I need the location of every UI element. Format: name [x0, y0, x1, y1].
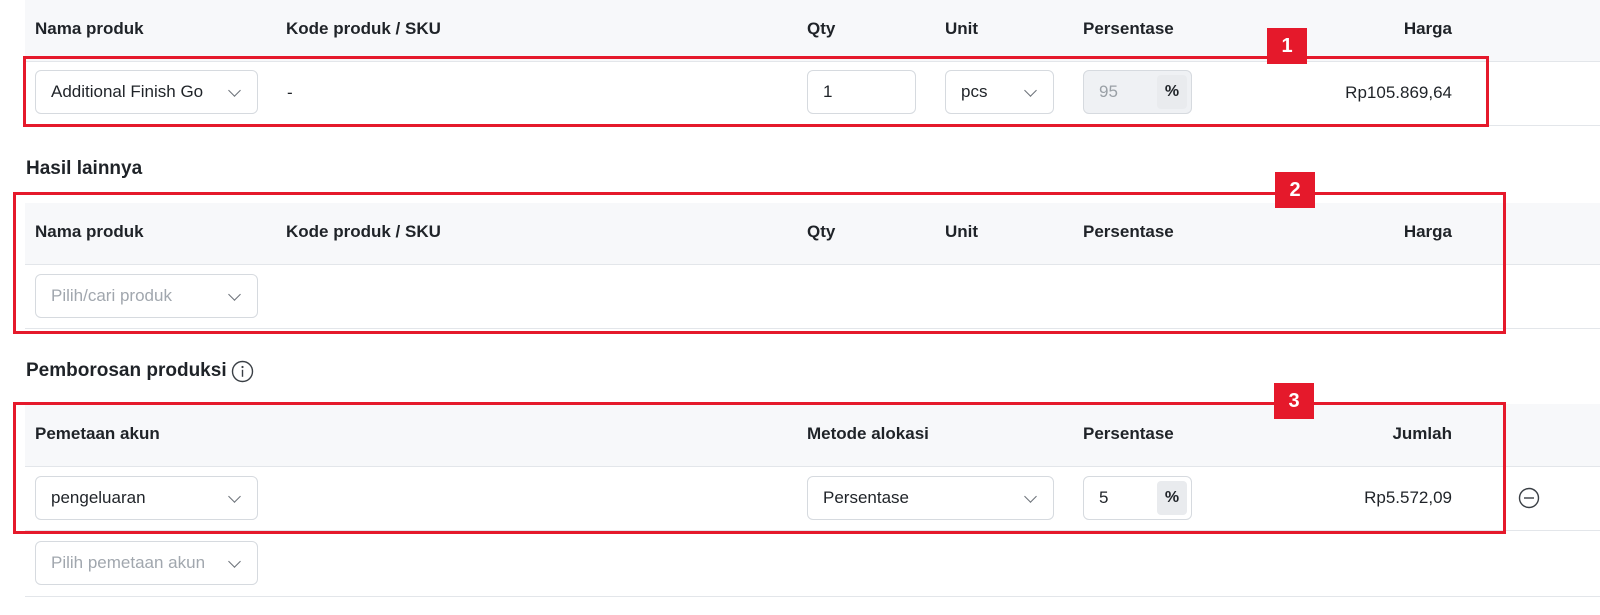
- production-waste-title: Pemborosan produksi: [26, 360, 227, 381]
- annotation-box-3: [13, 402, 1506, 534]
- other-results-title: Hasil lainnya: [26, 158, 143, 179]
- annotation-box-2: [13, 192, 1506, 334]
- add-account-mapping-select[interactable]: Pilih pemetaan akun: [35, 541, 258, 585]
- header-unit: Unit: [945, 19, 979, 38]
- info-icon[interactable]: [231, 360, 254, 383]
- account-mapping-placeholder: Pilih pemetaan akun: [51, 553, 206, 572]
- header-price: Harga: [1403, 19, 1452, 38]
- chevron-down-icon: [228, 555, 241, 568]
- account-add-row: [25, 530, 1600, 597]
- header-qty: Qty: [807, 19, 836, 38]
- header-percentage: Persentase: [1083, 19, 1174, 38]
- annotation-badge-1: 1: [1267, 28, 1307, 64]
- minus-circle-icon[interactable]: [1518, 487, 1540, 509]
- annotation-badge-3: 3: [1274, 383, 1314, 419]
- header-sku: Kode produk / SKU: [286, 19, 441, 38]
- header-product-name: Nama produk: [35, 19, 144, 38]
- annotation-badge-2: 2: [1275, 172, 1315, 208]
- annotation-box-1: [23, 56, 1489, 127]
